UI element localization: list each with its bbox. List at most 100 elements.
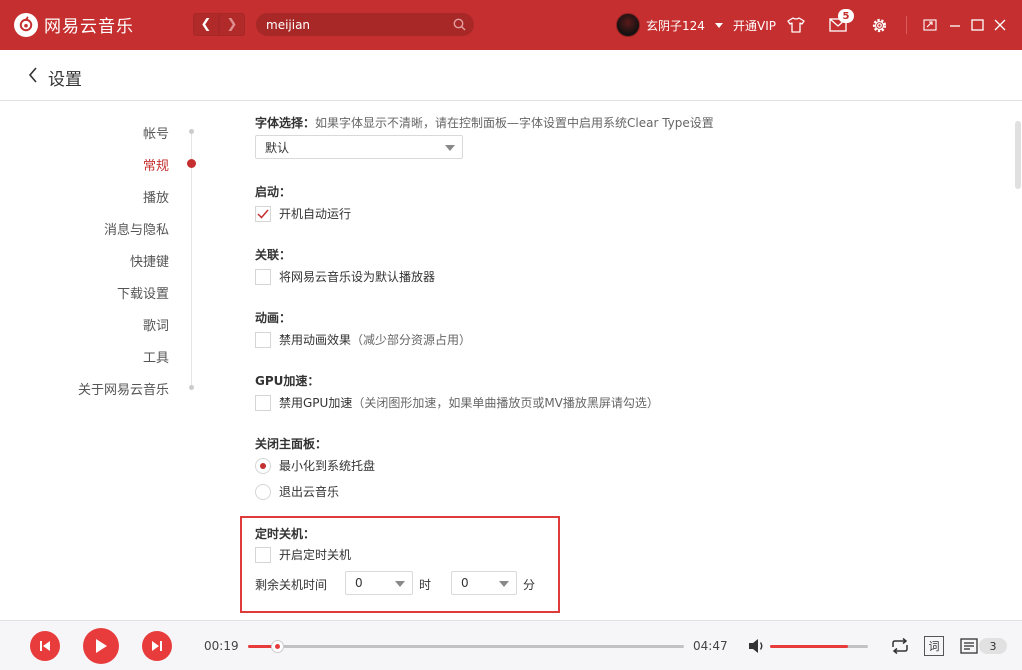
progress-slider[interactable] xyxy=(248,640,684,653)
close-panel-option-minimize[interactable]: 最小化到系统托盘 xyxy=(255,457,375,474)
animation-checkbox[interactable] xyxy=(255,331,271,348)
association-option-label: 将网易云音乐设为默认播放器 xyxy=(279,270,436,284)
gpu-option-label: 禁用GPU加速 xyxy=(279,396,353,410)
lyrics-button[interactable]: 词 xyxy=(924,636,944,656)
message-count-badge: 5 xyxy=(838,9,854,23)
playlist-icon xyxy=(960,638,978,654)
duration-time: 04:47 xyxy=(693,639,728,653)
username[interactable]: 玄阴子124 xyxy=(646,17,705,34)
volume-fill xyxy=(770,645,849,648)
content-scrollbar[interactable] xyxy=(1014,101,1022,620)
gpu-option[interactable]: 禁用GPU加速（关闭图形加速，如果单曲播放页或MV播放黑屏请勾选） xyxy=(255,394,659,411)
scrollbar-thumb[interactable] xyxy=(1015,121,1021,189)
search-box[interactable]: meijian xyxy=(256,13,474,36)
elapsed-time: 00:19 xyxy=(204,639,239,653)
search-input[interactable]: meijian xyxy=(266,18,444,32)
exit-option-label: 退出云音乐 xyxy=(279,485,340,499)
association-option[interactable]: 将网易云音乐设为默认播放器 xyxy=(255,268,435,285)
play-icon xyxy=(96,639,107,653)
close-button[interactable] xyxy=(990,15,1010,35)
next-track-icon xyxy=(152,641,162,651)
minimize-option-label: 最小化到系统托盘 xyxy=(279,459,376,473)
timer-highlight-box xyxy=(240,516,560,613)
sidebar-item-general[interactable]: 常规 xyxy=(143,155,169,174)
tshirt-icon xyxy=(787,17,805,33)
sidebar-dot xyxy=(189,385,194,390)
radio-selected-dot xyxy=(260,462,266,469)
startup-checkbox[interactable] xyxy=(255,205,271,222)
skin-button[interactable] xyxy=(786,15,806,35)
maximize-button[interactable] xyxy=(967,15,987,35)
sidebar-item-privacy[interactable]: 消息与隐私 xyxy=(104,219,169,238)
loop-mode-button[interactable] xyxy=(889,636,911,656)
chevron-left-icon: ❮ xyxy=(200,17,212,32)
animation-note: （减少部分资源占用） xyxy=(351,333,472,347)
search-icon[interactable] xyxy=(444,18,474,31)
startup-option-label: 开机自动运行 xyxy=(279,207,352,221)
page-header: 设置 xyxy=(0,50,1022,101)
mini-mode-button[interactable] xyxy=(920,15,940,35)
previous-track-icon xyxy=(40,641,50,651)
progress-handle-dot xyxy=(274,644,280,649)
mini-mode-icon xyxy=(923,19,937,31)
back-button[interactable] xyxy=(28,67,38,86)
player-bar: 00:19 04:47 词 3 xyxy=(0,620,1022,670)
font-select[interactable]: 默认 xyxy=(255,135,463,159)
minimize-radio[interactable] xyxy=(255,457,271,474)
sidebar-item-shortcuts[interactable]: 快捷键 xyxy=(130,251,169,270)
volume-icon xyxy=(749,639,763,653)
checkmark-icon xyxy=(257,209,269,219)
sidebar-timeline xyxy=(191,131,192,387)
volume-button[interactable] xyxy=(746,636,768,656)
next-button[interactable] xyxy=(142,631,172,661)
chevron-down-icon[interactable] xyxy=(714,22,723,28)
settings-button[interactable] xyxy=(869,15,889,35)
page-title: 设置 xyxy=(48,70,82,90)
font-label: 字体选择： xyxy=(255,116,316,130)
startup-label: 启动： xyxy=(255,185,292,199)
font-select-value: 默认 xyxy=(265,140,290,155)
close-icon xyxy=(994,19,1006,31)
startup-option[interactable]: 开机自动运行 xyxy=(255,205,351,222)
sidebar-dot xyxy=(189,129,194,134)
play-button[interactable] xyxy=(83,628,119,664)
progress-handle[interactable] xyxy=(270,640,284,653)
app-logo[interactable]: 网易云音乐 xyxy=(14,12,134,37)
sidebar-item-tools[interactable]: 工具 xyxy=(143,347,169,366)
association-checkbox[interactable] xyxy=(255,268,271,285)
vip-button[interactable]: 开通VIP xyxy=(733,17,776,34)
animation-label: 动画： xyxy=(255,311,292,325)
chevron-right-icon: ❯ xyxy=(226,17,238,32)
minimize-icon xyxy=(950,25,960,27)
chevron-left-icon xyxy=(28,67,37,83)
sidebar-item-about[interactable]: 关于网易云音乐 xyxy=(78,379,169,398)
font-hint: 如果字体显示不清晰，请在控制面板—字体设置中启用系统Clear Type设置 xyxy=(315,116,714,130)
minimize-button[interactable] xyxy=(945,15,965,35)
sidebar-item-download[interactable]: 下载设置 xyxy=(117,283,169,302)
playlist-button[interactable] xyxy=(958,636,980,656)
sidebar-item-playback[interactable]: 播放 xyxy=(143,187,169,206)
title-bar: 网易云音乐 ❮ ❯ meijian 玄阴子124 开通VIP 5 xyxy=(0,0,1022,50)
sidebar-item-lyrics[interactable]: 歌词 xyxy=(143,315,169,334)
gear-icon xyxy=(872,18,886,32)
close-panel-label: 关闭主面板： xyxy=(255,437,328,451)
app-name: 网易云音乐 xyxy=(44,17,134,37)
volume-slider[interactable] xyxy=(770,645,868,648)
exit-radio[interactable] xyxy=(255,483,271,500)
gpu-checkbox[interactable] xyxy=(255,394,271,411)
user-menu[interactable]: 玄阴子124 xyxy=(616,13,723,37)
previous-button[interactable] xyxy=(30,631,60,661)
loop-icon xyxy=(892,638,908,654)
animation-option[interactable]: 禁用动画效果（减少部分资源占用） xyxy=(255,331,471,348)
settings-sidebar: 帐号 常规 播放 消息与隐私 快捷键 下载设置 歌词 工具 关于网易云音乐 xyxy=(0,101,230,620)
gpu-label: GPU加速： xyxy=(255,374,320,388)
forward-nav-button[interactable]: ❯ xyxy=(219,13,245,36)
sidebar-item-account[interactable]: 帐号 xyxy=(143,123,169,142)
animation-option-label: 禁用动画效果 xyxy=(279,333,352,347)
gpu-note: （关闭图形加速，如果单曲播放页或MV播放黑屏请勾选） xyxy=(352,396,659,410)
avatar[interactable] xyxy=(616,13,640,37)
font-setting-label: 字体选择：如果字体显示不清晰，请在控制面板—字体设置中启用系统Clear Typ… xyxy=(255,114,714,131)
association-label: 关联： xyxy=(255,248,292,262)
back-nav-button[interactable]: ❮ xyxy=(193,13,219,36)
close-panel-option-exit[interactable]: 退出云音乐 xyxy=(255,483,339,500)
